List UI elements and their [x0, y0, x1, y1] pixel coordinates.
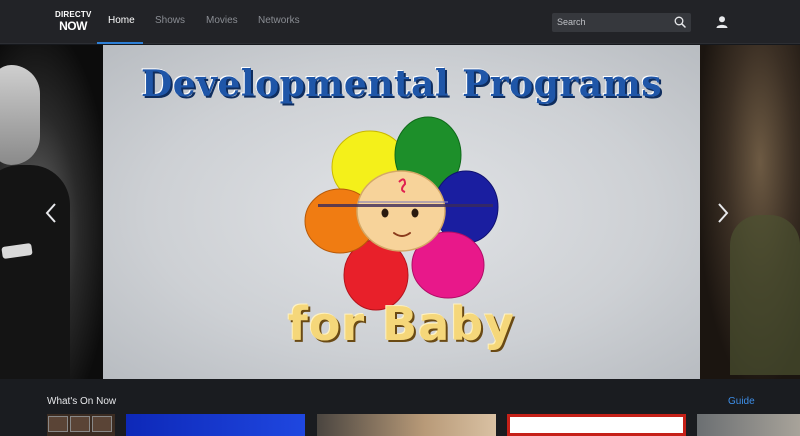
directv-now-logo[interactable]: DIRECTV NOW [55, 10, 92, 33]
poster-subtitle: for Baby [287, 297, 516, 351]
tile-thumbnail [48, 416, 68, 432]
tile-thumbnail [70, 416, 90, 432]
whats-on-now-section: What's On Now Guide [0, 379, 800, 436]
chevron-left-icon[interactable] [44, 202, 58, 224]
hero-carousel: Developmental Programs for Baby [0, 45, 800, 379]
logo-line1: DIRECTV [55, 10, 92, 19]
chevron-right-icon[interactable] [716, 202, 730, 224]
scene-figure [730, 215, 800, 375]
tab-movies[interactable]: Movies [206, 15, 238, 26]
channel-tile[interactable] [47, 414, 115, 436]
channel-tile[interactable] [697, 414, 800, 436]
next-slide-preview[interactable] [700, 45, 800, 379]
tab-home[interactable]: Home [108, 15, 135, 26]
active-tab-indicator [97, 42, 143, 44]
poster-title: Developmental Programs [140, 63, 662, 105]
search-icon[interactable] [674, 16, 686, 28]
search-placeholder: Search [557, 17, 586, 27]
user-account-icon[interactable] [715, 15, 729, 29]
channel-tile[interactable] [317, 414, 496, 436]
logo-line2: NOW [59, 19, 87, 33]
tile-thumbnail [92, 416, 112, 432]
guide-link[interactable]: Guide [728, 396, 755, 407]
channel-tile[interactable] [126, 414, 305, 436]
search-input[interactable]: Search [552, 13, 691, 32]
channel-tile[interactable] [507, 414, 686, 436]
person-suit [0, 165, 70, 379]
section-title: What's On Now [47, 396, 117, 407]
featured-poster[interactable]: Developmental Programs for Baby [103, 45, 700, 379]
flower-illustration [304, 116, 499, 311]
tab-networks[interactable]: Networks [258, 15, 300, 26]
tab-shows[interactable]: Shows [155, 15, 185, 26]
person-face [0, 65, 40, 165]
top-navigation-bar: DIRECTV NOW Home Shows Movies Networks S… [0, 0, 800, 44]
